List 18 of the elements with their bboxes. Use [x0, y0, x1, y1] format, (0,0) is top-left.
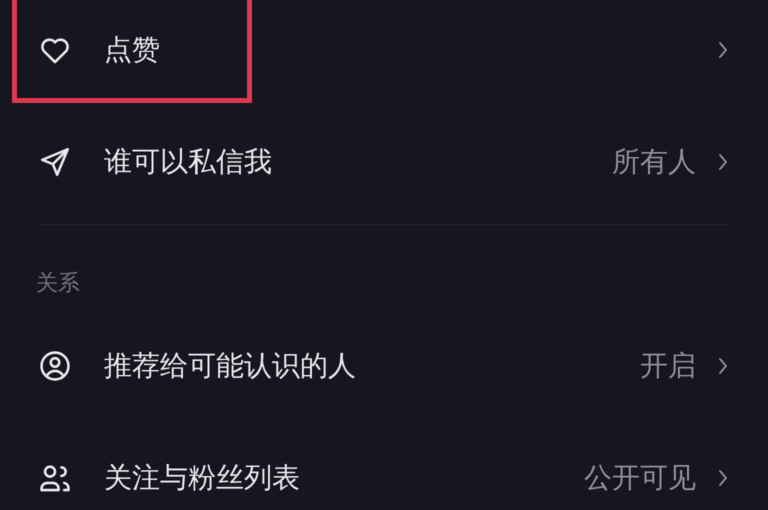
settings-row[interactable]: 谁可以私信我 所有人	[0, 112, 768, 212]
section-title: 关系	[36, 270, 81, 298]
chevron-right-icon	[718, 41, 728, 59]
row-value: 公开可见	[584, 460, 696, 496]
chevron-right-icon	[718, 153, 728, 171]
row-value: 所有人	[612, 144, 696, 180]
row-value: 开启	[640, 348, 696, 384]
settings-row[interactable]: 推荐给可能认识的人 开启	[0, 316, 768, 416]
person-circle-icon	[38, 349, 72, 383]
settings-row[interactable]: 关注与粉丝列表 公开可见	[0, 428, 768, 510]
paper-plane-icon	[38, 145, 72, 179]
row-label: 谁可以私信我	[104, 144, 272, 180]
row-label: 推荐给可能认识的人	[104, 348, 356, 384]
row-label: 点赞	[104, 32, 160, 68]
row-label: 关注与粉丝列表	[104, 460, 300, 496]
settings-row[interactable]: 点赞	[0, 0, 768, 100]
chevron-right-icon	[718, 469, 728, 487]
chevron-right-icon	[718, 357, 728, 375]
